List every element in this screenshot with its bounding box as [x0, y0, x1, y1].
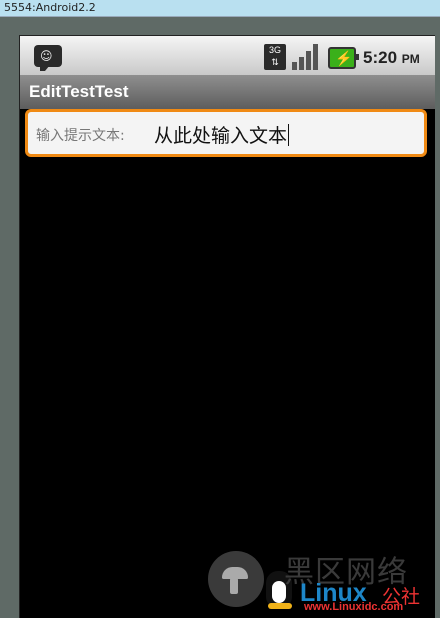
app-title: EditTestTest [29, 82, 129, 101]
mushroom-logo-icon [208, 551, 264, 607]
watermark-logo: 黑区网络 Linux 公社 www.Linuxidc.com [208, 549, 438, 615]
watermark-url: www.Linuxidc.com [304, 601, 404, 613]
clock-ampm: PM [401, 52, 420, 66]
network-3g-icon: 3G ⇅ [264, 44, 286, 70]
text-cursor [288, 124, 290, 146]
signal-strength-icon [292, 44, 320, 70]
network-label: 3G [268, 45, 281, 55]
message-notification-icon[interactable]: ☺ [34, 45, 62, 71]
input-hint-label: 输入提示文本: [36, 128, 125, 144]
status-bar[interactable]: ☺ 3G ⇅ ⚡ 5:20 PM [20, 36, 435, 75]
battery-charging-icon: ⚡ [328, 47, 359, 69]
status-clock: 5:20 PM [363, 48, 420, 68]
window-title: 5554:Android2.2 [4, 1, 96, 14]
window-frame-left [0, 17, 10, 617]
app-title-bar: EditTestTest [20, 75, 435, 109]
emulator-titlebar[interactable]: 5554:Android2.2 [0, 0, 440, 17]
text-input-field[interactable]: 输入提示文本: 从此处输入文本 [25, 109, 427, 157]
input-value[interactable]: 从此处输入文本 [154, 121, 290, 148]
device-screen: ☺ 3G ⇅ ⚡ 5:20 PM EditTestTest 输入提示文本: 从此处… [19, 35, 435, 618]
clock-time: 5:20 [363, 48, 398, 67]
